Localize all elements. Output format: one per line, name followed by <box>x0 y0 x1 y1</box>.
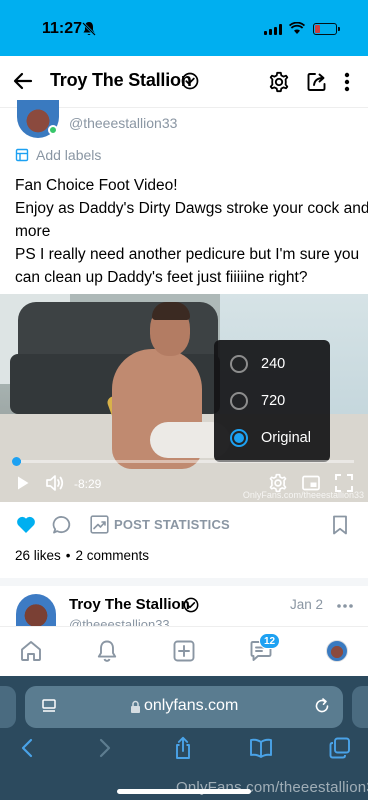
quality-option-240[interactable]: 240 <box>230 353 285 375</box>
bell-muted-icon <box>82 22 96 36</box>
picture-in-picture-icon[interactable] <box>302 475 320 491</box>
post-text-line: Fan Choice Foot Video! <box>15 177 178 194</box>
add-post-icon[interactable] <box>172 639 196 663</box>
more-vertical-icon[interactable] <box>343 72 351 92</box>
home-icon[interactable] <box>19 639 43 663</box>
statistics-icon[interactable] <box>90 515 109 534</box>
tabs-icon[interactable] <box>329 737 351 759</box>
notifications-bell-icon[interactable] <box>96 639 118 663</box>
video-settings-gear-icon[interactable] <box>268 473 288 493</box>
bookmarks-icon[interactable] <box>249 738 273 758</box>
post-divider <box>0 578 368 586</box>
reload-icon[interactable] <box>313 697 331 715</box>
radio-selected-icon[interactable] <box>230 429 248 447</box>
quality-option-label: Original <box>261 430 311 446</box>
separator-dot: • <box>65 548 71 563</box>
browser-toolbar: onlyfans.com OnlyFans.com/theeestallion3… <box>0 676 368 800</box>
back-arrow-icon[interactable] <box>12 70 34 92</box>
author-handle[interactable]: @theeestallion33 <box>69 617 170 626</box>
page-title: Troy The Stallion <box>50 70 192 90</box>
online-status-dot <box>48 125 58 135</box>
video-frame-person-hair <box>152 302 190 320</box>
heart-icon[interactable] <box>16 515 36 534</box>
share-icon[interactable] <box>306 71 328 93</box>
post-text-line: more <box>15 223 51 240</box>
quality-option-original[interactable]: Original <box>230 427 311 449</box>
bottom-nav: 12 <box>0 626 368 676</box>
likes-count[interactable]: 26 likes <box>15 548 61 563</box>
author-handle[interactable]: @theeestallion33 <box>69 115 177 131</box>
play-icon[interactable] <box>16 475 30 491</box>
status-time: 11:27 <box>42 20 83 37</box>
radio-icon[interactable] <box>230 355 248 373</box>
video-time-remaining: -8:29 <box>74 477 102 491</box>
comment-icon[interactable] <box>52 515 72 535</box>
post-date: Jan 2 <box>290 597 324 612</box>
verified-badge-icon <box>181 72 199 90</box>
wifi-icon <box>289 22 305 34</box>
video-progress-handle[interactable] <box>12 457 21 466</box>
post-text-line: Enjoy as Daddy's Dirty Dawgs stroke your… <box>15 200 368 217</box>
quality-menu: 240 720 Original <box>214 340 330 462</box>
bookmark-icon[interactable] <box>332 515 348 535</box>
post-text: Fan Choice Foot Video! Enjoy as Daddy's … <box>15 174 368 289</box>
more-horizontal-icon[interactable] <box>336 603 354 609</box>
next-tab-preview[interactable] <box>352 686 368 728</box>
previous-tab-preview[interactable] <box>0 686 16 728</box>
post-text-line: PS I really need another pedicure but I'… <box>15 246 360 263</box>
browser-forward-icon[interactable] <box>98 738 112 758</box>
cell-signal-icon <box>264 24 282 35</box>
author-name[interactable]: Troy The Stallion <box>69 596 190 613</box>
comments-count[interactable]: 2 comments <box>76 548 150 563</box>
quality-option-label: 240 <box>261 356 286 372</box>
post-text-line: can clean up Daddy's feet just fiiiiine … <box>15 269 308 286</box>
status-bar: 11:27 <box>0 0 368 56</box>
quality-option-label: 720 <box>261 393 286 409</box>
radio-icon[interactable] <box>230 392 248 410</box>
battery-icon <box>313 23 340 35</box>
label-icon[interactable] <box>15 148 29 162</box>
fullscreen-icon[interactable] <box>335 474 353 492</box>
verified-badge-icon <box>183 597 199 613</box>
author-avatar[interactable] <box>16 594 56 630</box>
url-text[interactable]: onlyfans.com <box>144 697 238 715</box>
messages-badge: 12 <box>259 633 281 649</box>
page-menu-icon[interactable] <box>41 698 57 714</box>
browser-share-icon[interactable] <box>173 736 193 760</box>
address-bar[interactable]: onlyfans.com <box>25 686 343 728</box>
quality-option-720[interactable]: 720 <box>230 390 285 412</box>
add-labels-link[interactable]: Add labels <box>36 147 101 163</box>
video-progress-bar[interactable] <box>14 460 354 463</box>
gear-icon[interactable] <box>268 71 290 93</box>
home-indicator <box>117 789 251 794</box>
post-statistics-button[interactable]: POST STATISTICS <box>114 517 230 532</box>
volume-icon[interactable] <box>45 474 65 492</box>
browser-back-icon[interactable] <box>20 738 34 758</box>
lock-icon <box>131 700 140 713</box>
post-engagement: 26 likes • 2 comments <box>15 548 149 563</box>
profile-avatar[interactable] <box>326 640 348 662</box>
